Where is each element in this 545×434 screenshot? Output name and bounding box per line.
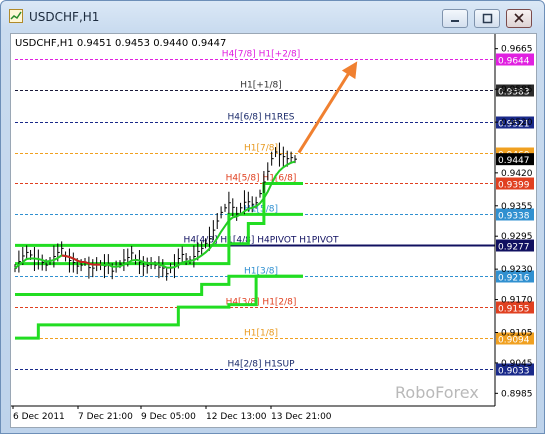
chart-area[interactable]: H4[7/8] H1[+2/8] 0.9644 H1[+1/8] 0.9583 H4[6… (10, 33, 537, 428)
title-bar[interactable]: USDCHF,H1 (1, 1, 544, 31)
maximize-icon (482, 13, 493, 24)
level-price-label-0: 0.9644 (498, 57, 530, 67)
level-price-label-5: 0.9338 (498, 212, 530, 222)
y-tick-label: 0.9170 (501, 296, 533, 306)
window-title: USDCHF,H1 (29, 10, 100, 24)
level-label-0: H4[7/8] H1[+2/8] (222, 50, 300, 60)
y-tick-label: 0.9045 (501, 359, 533, 369)
y-tick-label: 0.9105 (501, 329, 533, 339)
close-icon (514, 13, 524, 23)
y-tick-label: 0.9355 (501, 202, 533, 212)
y-tick-label: 0.9230 (501, 265, 533, 275)
minimize-icon (451, 20, 459, 22)
minimize-button[interactable] (442, 9, 468, 28)
x-tick-label: 6 Dec 2011 (13, 412, 65, 422)
maximize-button[interactable] (474, 9, 500, 28)
level-price-label-6: 0.9277 (498, 243, 530, 253)
level-label-10: H4[2/8] H1SUP (227, 360, 295, 370)
level-label-3: H1[7/8] (244, 144, 278, 154)
chart-window: USDCHF,H1 H4[7/8] H1[+2/8] 0.9644 H1[+1/8]… (0, 0, 545, 434)
band-line-lower (15, 274, 303, 296)
x-tick-label: 9 Dec 05:00 (141, 412, 196, 422)
y-tick-label: 0.9295 (501, 232, 533, 242)
x-tick-label: 13 Dec 21:00 (271, 412, 332, 422)
y-tick-label: 0.8985 (501, 389, 533, 399)
price-chart[interactable]: H4[7/8] H1[+2/8]0.9644H1[+1/8]0.9583H4[6… (11, 34, 536, 427)
symbol-info: USDCHF,H1 0.9451 0.9453 0.9440 0.9447 (15, 38, 226, 49)
level-label-9: H1[1/8] (244, 329, 278, 339)
level-price-label-4: 0.9399 (498, 181, 530, 191)
level-price-label-8: 0.9155 (498, 305, 530, 315)
current-price-label: 0.9447 (498, 156, 530, 166)
forecast-arrow-shaft (297, 68, 353, 154)
chart-app-icon (9, 9, 23, 23)
close-button[interactable] (506, 9, 532, 28)
level-label-2: H4[6/8] H1RES (227, 113, 294, 123)
y-tick-label: 0.9585 (501, 85, 533, 95)
x-tick-label: 7 Dec 21:00 (78, 412, 133, 422)
level-label-1: H1[+1/8] (240, 81, 282, 91)
watermark: RoboForex (395, 383, 479, 402)
forecast-arrow-head (341, 61, 358, 80)
y-tick-label: 0.9420 (501, 169, 533, 179)
y-tick-label: 0.9520 (501, 118, 533, 128)
y-tick-label: 0.9665 (501, 45, 533, 55)
x-tick-label: 12 Dec 13:00 (206, 412, 267, 422)
